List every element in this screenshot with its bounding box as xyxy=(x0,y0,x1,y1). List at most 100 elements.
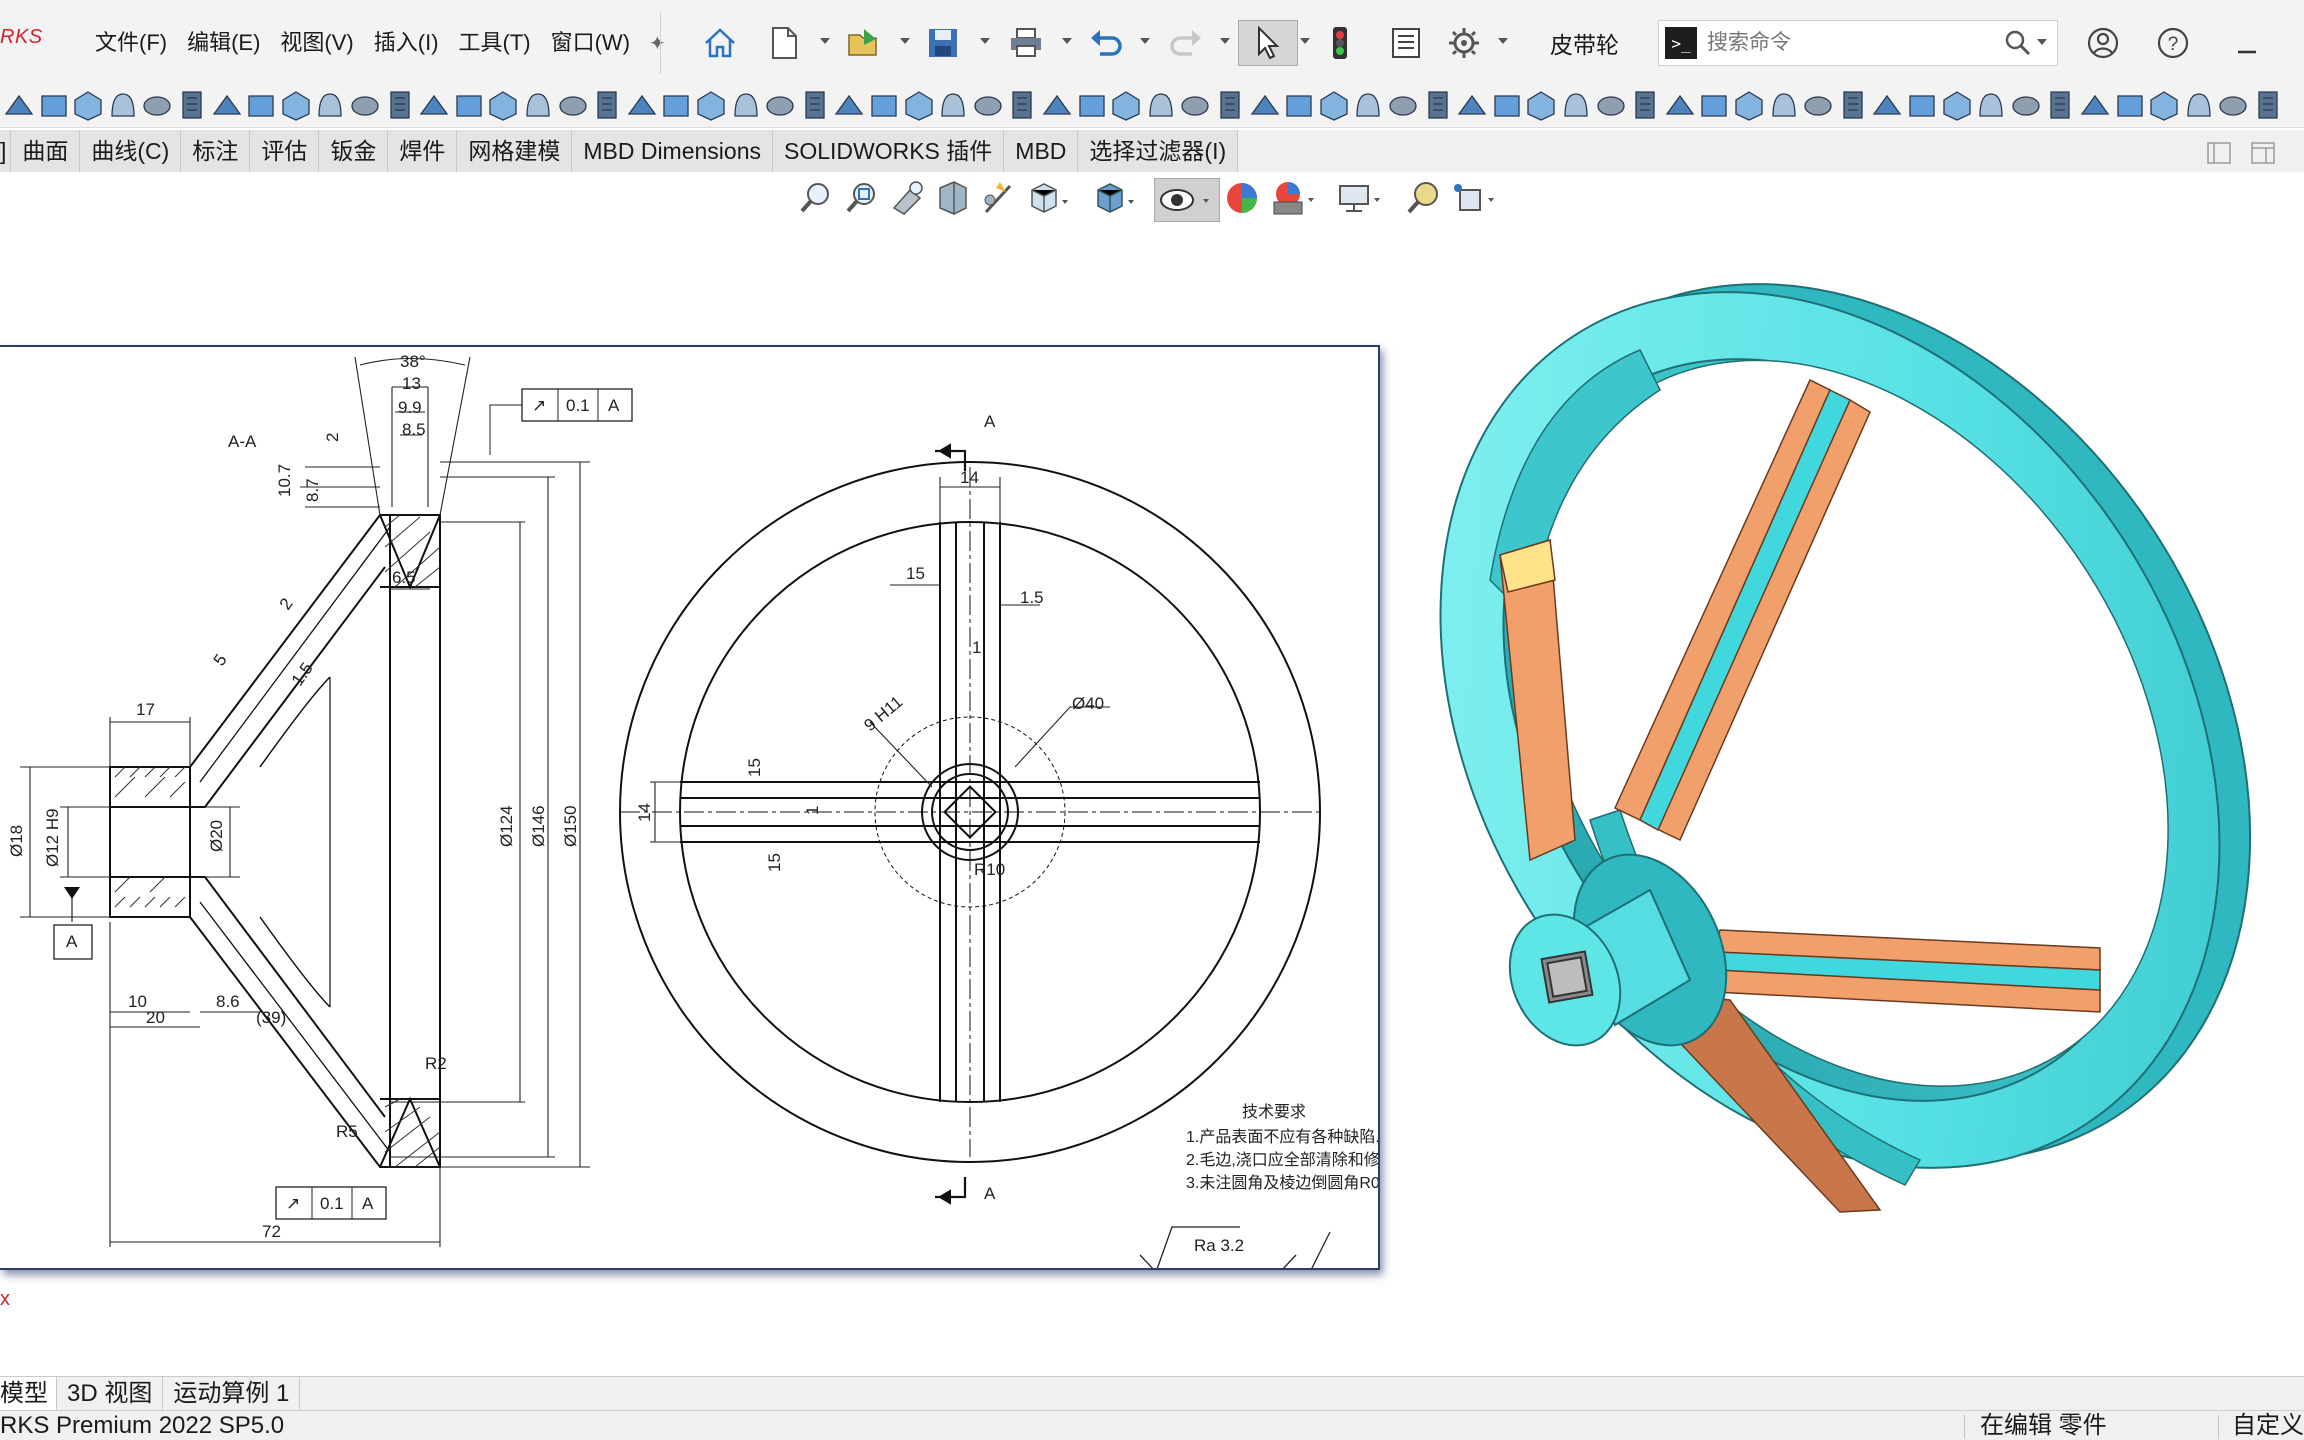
previous-view-button[interactable] xyxy=(890,178,926,222)
sweep-icon[interactable] xyxy=(902,88,936,122)
menu-tools[interactable]: 工具(T) xyxy=(452,20,544,66)
chamfer-icon[interactable] xyxy=(1974,88,2008,122)
sweep-icon[interactable] xyxy=(486,88,520,122)
tab-annotation[interactable]: 标注 xyxy=(181,130,251,172)
tab-motion-study-1[interactable]: 运动算例 1 xyxy=(163,1377,301,1410)
redo-button[interactable] xyxy=(1168,20,1204,66)
pattern-icon[interactable] xyxy=(2009,88,2043,122)
extrude-icon[interactable] xyxy=(1663,88,1697,122)
tab-mbd-dimensions[interactable]: MBD Dimensions xyxy=(572,130,773,172)
chamfer-icon[interactable] xyxy=(1559,88,1593,122)
draft-icon[interactable] xyxy=(1870,88,1904,122)
tab-model[interactable]: 模型 xyxy=(0,1377,57,1410)
loft-icon[interactable] xyxy=(106,88,140,122)
pattern-icon[interactable] xyxy=(1178,88,1212,122)
shell-icon[interactable] xyxy=(1386,88,1420,122)
menu-file[interactable]: 文件(F) xyxy=(88,20,180,66)
options-button[interactable] xyxy=(1446,20,1482,66)
tab-partial[interactable]: ] xyxy=(0,130,12,172)
units-custom-button[interactable]: 自定义 xyxy=(2232,1411,2304,1440)
revolve-icon[interactable] xyxy=(452,88,486,122)
account-button[interactable] xyxy=(2086,20,2120,66)
loft-icon[interactable] xyxy=(1767,88,1801,122)
shell-icon[interactable] xyxy=(556,88,590,122)
extrude-icon[interactable] xyxy=(417,88,451,122)
tab-weldments[interactable]: 焊件 xyxy=(388,130,458,172)
section-view-button[interactable] xyxy=(934,178,970,222)
menu-edit[interactable]: 编辑(E) xyxy=(180,20,273,66)
rib-icon[interactable] xyxy=(1005,88,1039,122)
search-icon[interactable] xyxy=(2003,28,2033,58)
hole-icon[interactable] xyxy=(1075,88,1109,122)
new-dropdown-caret[interactable] xyxy=(820,38,830,44)
fillet-icon[interactable] xyxy=(694,88,728,122)
rebuild-button[interactable] xyxy=(1330,20,1350,66)
fillet-icon[interactable] xyxy=(1109,88,1143,122)
pattern-icon[interactable] xyxy=(763,88,797,122)
help-button[interactable]: ? xyxy=(2156,20,2190,66)
new-document-button[interactable] xyxy=(768,20,800,66)
loft-icon[interactable] xyxy=(936,88,970,122)
hole-icon[interactable] xyxy=(659,88,693,122)
save-button[interactable] xyxy=(926,20,960,66)
rib-icon[interactable] xyxy=(1836,88,1870,122)
shell-icon[interactable] xyxy=(1801,88,1835,122)
split-view-icon[interactable] xyxy=(2206,140,2232,166)
save-dropdown-caret[interactable] xyxy=(980,38,990,44)
hole-icon[interactable] xyxy=(244,88,278,122)
print-dropdown-caret[interactable] xyxy=(1062,38,1072,44)
home-button[interactable] xyxy=(702,20,738,66)
undo-button[interactable] xyxy=(1088,20,1124,66)
chamfer-icon[interactable] xyxy=(1144,88,1178,122)
display-style-button[interactable] xyxy=(1092,178,1138,222)
edit-appearance-button[interactable] xyxy=(1222,178,1262,222)
sweep-icon[interactable] xyxy=(1732,88,1766,122)
hide-show-items-button[interactable] xyxy=(1154,178,1220,222)
undo-dropdown-caret[interactable] xyxy=(1140,38,1150,44)
dynamic-annotation-button[interactable] xyxy=(980,178,1016,222)
extrude-icon[interactable] xyxy=(1248,88,1282,122)
draft-icon[interactable] xyxy=(1040,88,1074,122)
tab-surfaces[interactable]: 曲面 xyxy=(11,130,81,172)
extrude-icon[interactable] xyxy=(2,88,36,122)
sweep-icon[interactable] xyxy=(1317,88,1351,122)
draft-icon[interactable] xyxy=(625,88,659,122)
tab-curves[interactable]: 曲线(C) xyxy=(80,130,182,172)
mirror-icon[interactable] xyxy=(383,88,417,122)
open-dropdown-caret[interactable] xyxy=(900,38,910,44)
fillet-icon[interactable] xyxy=(1524,88,1558,122)
minimize-button[interactable] xyxy=(2234,20,2260,66)
view-orientation-button[interactable] xyxy=(1026,178,1072,222)
search-input[interactable] xyxy=(1707,31,1997,55)
sweep-icon[interactable] xyxy=(2147,88,2181,122)
select-button[interactable] xyxy=(1238,20,1298,66)
file-properties-button[interactable] xyxy=(1390,20,1422,66)
shell-icon[interactable] xyxy=(140,88,174,122)
shell-icon[interactable] xyxy=(2216,88,2250,122)
apply-scene-button[interactable] xyxy=(1270,178,1322,222)
fillet-icon[interactable] xyxy=(279,88,313,122)
fillet-icon[interactable] xyxy=(1940,88,1974,122)
hole-icon[interactable] xyxy=(1905,88,1939,122)
tile-view-icon[interactable] xyxy=(2250,140,2276,166)
search-dropdown-caret[interactable] xyxy=(2037,39,2047,45)
menu-window[interactable]: 窗口(W) xyxy=(544,20,643,66)
view-settings-button[interactable] xyxy=(1336,178,1388,222)
rib-icon[interactable] xyxy=(2251,88,2285,122)
revolve-icon[interactable] xyxy=(1697,88,1731,122)
options-dropdown-caret[interactable] xyxy=(1498,38,1508,44)
chamfer-icon[interactable] xyxy=(729,88,763,122)
sweep-icon[interactable] xyxy=(71,88,105,122)
revolve-icon[interactable] xyxy=(37,88,71,122)
select-dropdown-caret[interactable] xyxy=(1300,38,1310,44)
mirror-icon[interactable] xyxy=(1213,88,1247,122)
rib-icon[interactable] xyxy=(590,88,624,122)
pulley-3d-model[interactable] xyxy=(1400,200,2304,1340)
menu-view[interactable]: 视图(V) xyxy=(273,20,366,66)
revolve-icon[interactable] xyxy=(2113,88,2147,122)
tab-selection-filter[interactable]: 选择过滤器(I) xyxy=(1078,130,1239,172)
menu-insert[interactable]: 插入(I) xyxy=(367,20,452,66)
print-button[interactable] xyxy=(1008,20,1044,66)
loft-icon[interactable] xyxy=(521,88,555,122)
pin-menu-icon[interactable]: ✦ xyxy=(649,31,666,56)
